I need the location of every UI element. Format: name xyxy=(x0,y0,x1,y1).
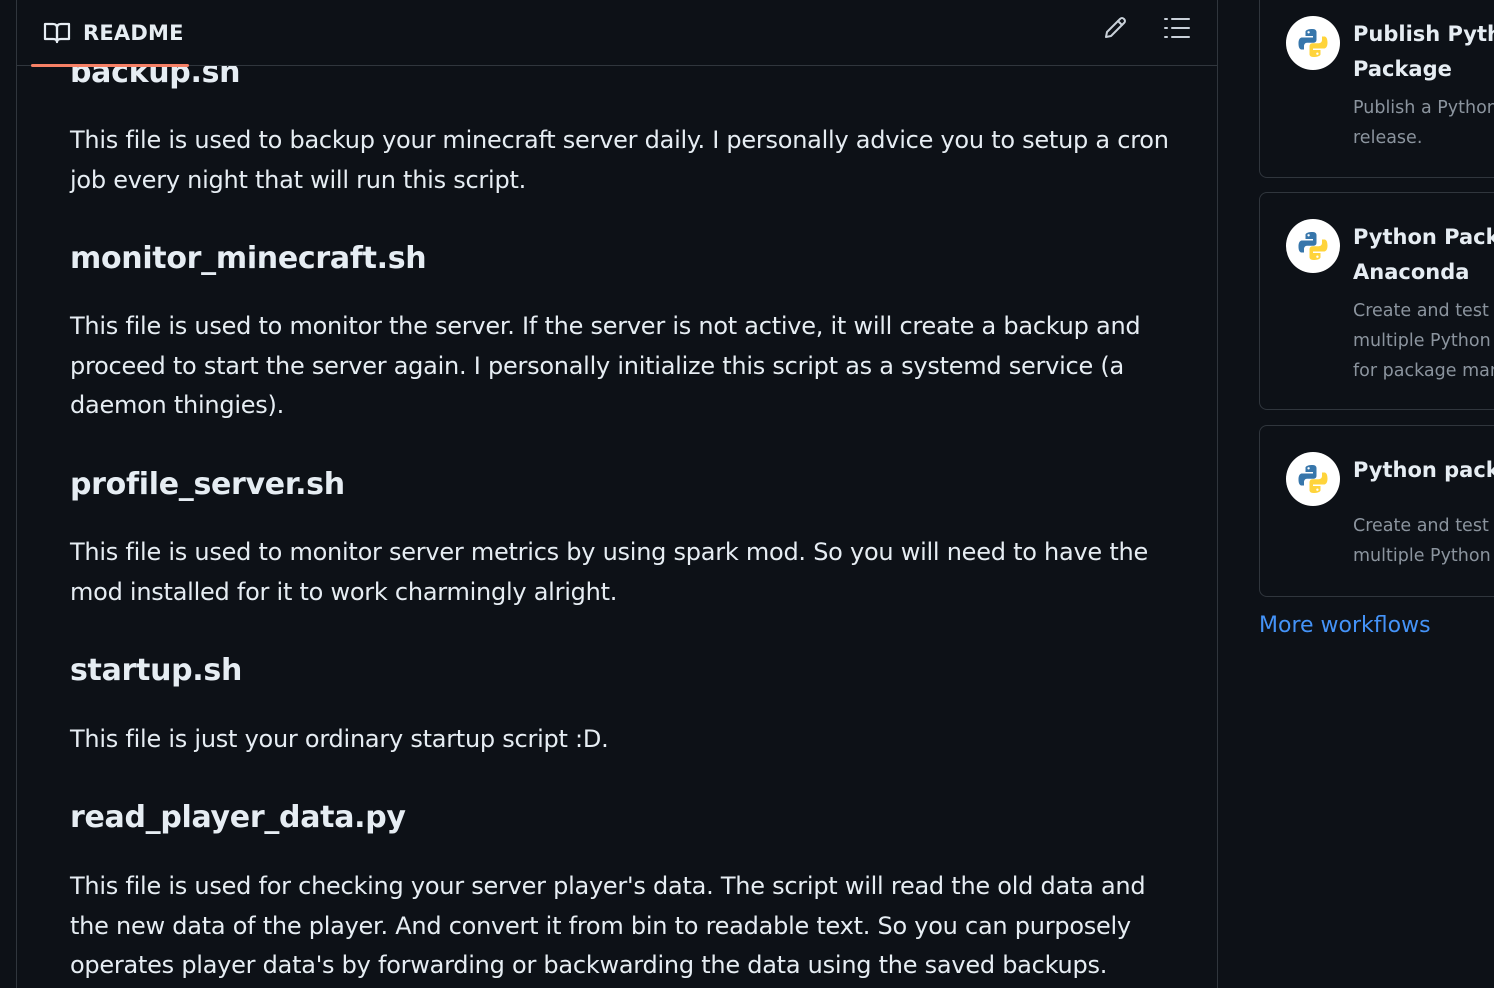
workflow-title-line: Anaconda xyxy=(1353,260,1470,284)
section-heading-read-player-data: read_player_data.py xyxy=(70,800,406,835)
readme-panel: README backup.sh This file is used to ba… xyxy=(16,0,1218,988)
workflow-desc-line: for package man xyxy=(1353,361,1494,381)
section-text-read-player-data: This file is used for checking your serv… xyxy=(70,872,1146,979)
list-unordered-icon xyxy=(1163,15,1191,41)
section-text-monitor: This file is used to monitor the server.… xyxy=(70,312,1141,419)
workflow-card-title: Python packa xyxy=(1353,453,1494,488)
workflow-title-line: Package xyxy=(1353,57,1452,81)
readme-header: README xyxy=(17,0,1217,67)
workflow-card-description: Publish a Python release. xyxy=(1353,93,1494,153)
outline-button[interactable] xyxy=(1157,10,1197,46)
python-logo-icon xyxy=(1286,219,1340,273)
active-tab-underline xyxy=(31,64,189,67)
section-text-backup: This file is used to backup your minecra… xyxy=(70,126,1169,194)
pencil-icon xyxy=(1102,15,1128,41)
workflow-title-line: Python packa xyxy=(1353,458,1494,482)
workflow-desc-line: multiple Python xyxy=(1353,546,1491,566)
workflow-title-line: Publish Pytho xyxy=(1353,22,1494,46)
workflow-desc-line: release. xyxy=(1353,128,1423,148)
workflow-card-description: Create and test a multiple Python for pa… xyxy=(1353,296,1494,386)
workflow-card-title: Python Packa Anaconda xyxy=(1353,220,1494,290)
section-heading-startup: startup.sh xyxy=(70,653,243,688)
section-text-startup: This file is just your ordinary startup … xyxy=(70,725,609,753)
readme-tab[interactable]: README xyxy=(31,0,189,67)
workflow-card[interactable]: Python Packa Anaconda Create and test a … xyxy=(1259,192,1494,410)
python-logo-icon xyxy=(1286,16,1340,70)
readme-tab-label: README xyxy=(83,21,184,45)
section-text-profile: This file is used to monitor server metr… xyxy=(70,538,1148,606)
section-heading-monitor: monitor_minecraft.sh xyxy=(70,241,427,276)
workflow-card-title: Publish Pytho Package xyxy=(1353,17,1494,87)
workflow-desc-line: multiple Python xyxy=(1353,331,1491,351)
book-icon xyxy=(43,21,71,45)
section-heading-profile: profile_server.sh xyxy=(70,467,345,502)
workflow-title-line: Python Packa xyxy=(1353,225,1494,249)
workflow-card-description: Create and test a multiple Python xyxy=(1353,511,1494,571)
workflow-desc-line: Publish a Python xyxy=(1353,98,1494,118)
python-logo-icon xyxy=(1286,452,1340,506)
more-workflows-link[interactable]: More workflows xyxy=(1259,613,1431,638)
workflow-card[interactable]: Python packa Create and test a multiple … xyxy=(1259,425,1494,597)
workflow-card[interactable]: Publish Pytho Package Publish a Python r… xyxy=(1259,0,1494,178)
edit-button[interactable] xyxy=(1095,10,1135,46)
workflow-desc-line: Create and test a xyxy=(1353,301,1494,321)
workflow-desc-line: Create and test a xyxy=(1353,516,1494,536)
